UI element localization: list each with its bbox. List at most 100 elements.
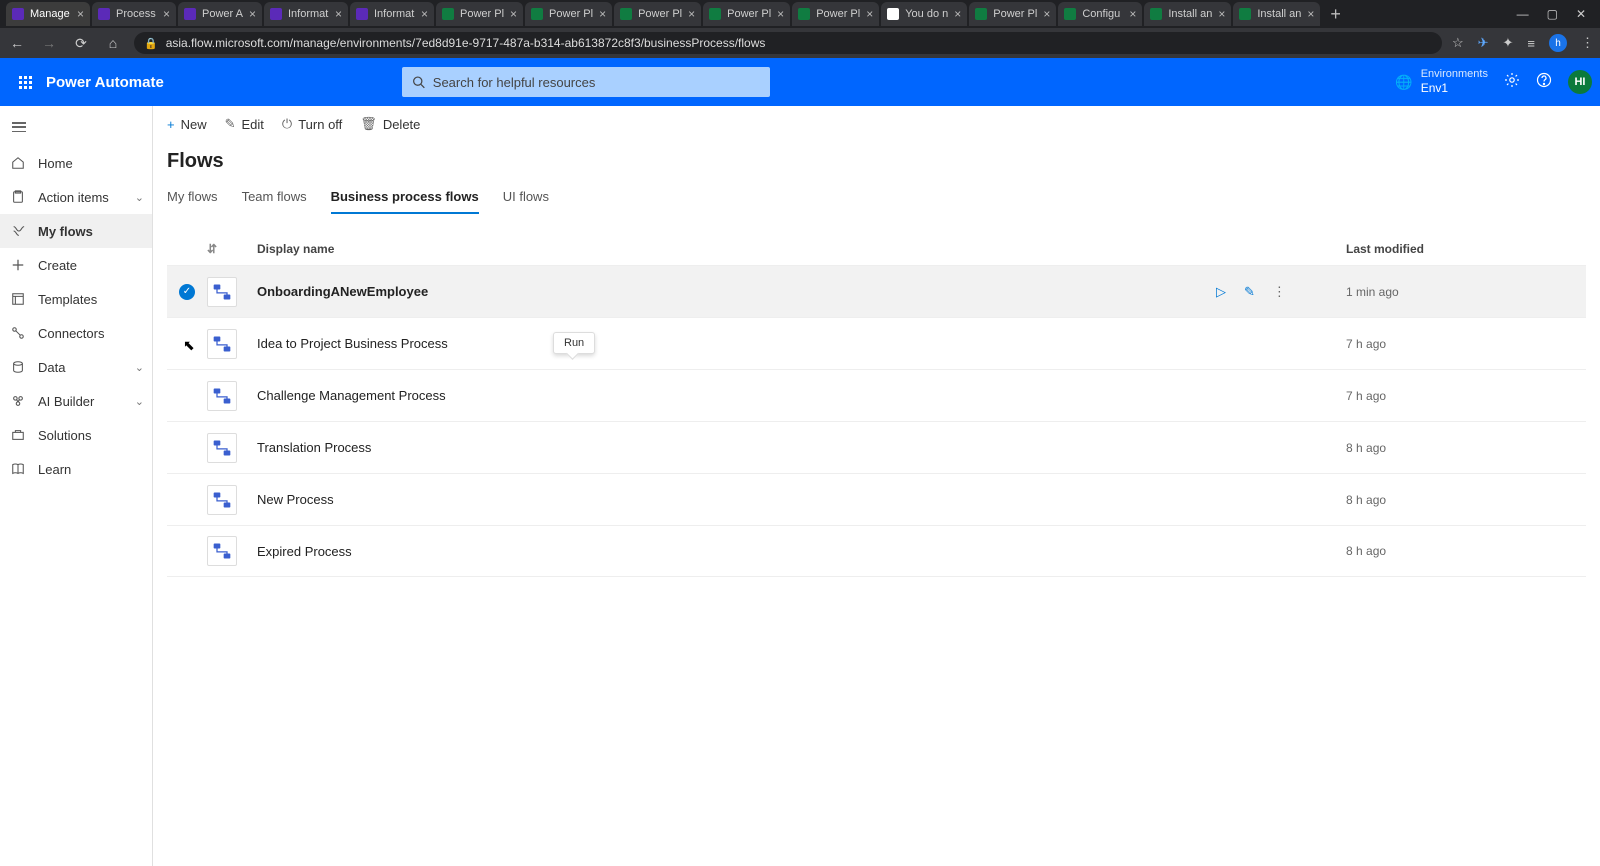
browser-tab[interactable]: Process× <box>92 2 176 26</box>
col-last-modified[interactable]: Last modified <box>1346 242 1566 256</box>
browser-tab[interactable]: Install an× <box>1144 2 1231 26</box>
flow-name[interactable]: Challenge Management Process <box>257 388 1266 403</box>
browser-tab[interactable]: Power Pl× <box>703 2 790 26</box>
tab-close-icon[interactable]: × <box>1307 8 1314 20</box>
browser-tab[interactable]: Install an × <box>1233 2 1320 26</box>
plane-icon[interactable]: ✈ <box>1478 35 1489 51</box>
table-row[interactable]: Idea to Project Business Process 7 h ago <box>167 317 1586 369</box>
tab-ui-flows[interactable]: UI flows <box>503 189 549 214</box>
app-launcher[interactable] <box>8 65 42 99</box>
tab-close-icon[interactable]: × <box>954 8 961 20</box>
sidebar-item-create[interactable]: Create <box>0 248 152 282</box>
browser-tab[interactable]: Power Pl× <box>436 2 523 26</box>
edit-row-button[interactable]: ✎ <box>1244 284 1255 300</box>
browser-menu-icon[interactable]: ⋮ <box>1581 35 1594 51</box>
help-icon[interactable] <box>1536 72 1552 91</box>
tab-close-icon[interactable]: × <box>1043 8 1050 20</box>
edit-button[interactable]: ✎ Edit <box>225 116 264 132</box>
tab-business-process-flows[interactable]: Business process flows <box>331 189 479 214</box>
nav-forward[interactable]: → <box>38 35 60 51</box>
more-button[interactable]: ⋮ <box>1273 284 1286 300</box>
nav-reload[interactable]: ⟳ <box>70 35 92 52</box>
sidebar-item-connectors[interactable]: Connectors <box>0 316 152 350</box>
search-box[interactable] <box>402 67 770 97</box>
browser-tab[interactable]: You do n× <box>881 2 967 26</box>
table-row[interactable]: ✓ OnboardingANewEmployee ▷ ✎ ⋮ 1 min ago <box>167 265 1586 317</box>
sidebar-item-home[interactable]: Home <box>0 146 152 180</box>
new-button[interactable]: + New <box>167 117 207 132</box>
window-close[interactable]: ✕ <box>1576 7 1586 21</box>
browser-tab[interactable]: Informat × <box>350 2 434 26</box>
col-display-name[interactable]: Display name <box>257 242 1266 256</box>
row-checkbox-checked[interactable]: ✓ <box>179 284 195 300</box>
browser-tab[interactable]: Informat× <box>264 2 348 26</box>
table-row[interactable]: Expired Process 8 h ago <box>167 525 1586 577</box>
star-icon[interactable]: ☆ <box>1452 35 1464 51</box>
tab-team-flows[interactable]: Team flows <box>242 189 307 214</box>
table-row[interactable]: New Process 8 h ago <box>167 473 1586 525</box>
tab-close-icon[interactable]: × <box>335 8 342 20</box>
sidebar-item-my-flows[interactable]: My flows <box>0 214 152 248</box>
window-minimize[interactable]: — <box>1517 7 1529 21</box>
user-avatar[interactable]: HI <box>1568 70 1592 94</box>
new-label: New <box>181 117 207 132</box>
tab-close-icon[interactable]: × <box>1218 8 1225 20</box>
select-all-toggle[interactable]: ⇵ <box>207 242 217 256</box>
tab-title: Install an <box>1257 8 1301 20</box>
sidebar-item-label: Action items <box>38 190 109 205</box>
sidebar-item-data[interactable]: Data⌄ <box>0 350 152 384</box>
search-input[interactable] <box>433 75 760 90</box>
address-field[interactable]: 🔒 asia.flow.microsoft.com/manage/environ… <box>134 32 1442 54</box>
tab-favicon <box>356 8 368 20</box>
tab-close-icon[interactable]: × <box>421 8 428 20</box>
sidebar-toggle[interactable] <box>2 110 36 144</box>
tab-my-flows[interactable]: My flows <box>167 189 218 214</box>
tab-close-icon[interactable]: × <box>510 8 517 20</box>
sidebar-item-templates[interactable]: Templates <box>0 282 152 316</box>
flow-name[interactable]: Idea to Project Business Process <box>257 336 1266 351</box>
run-button[interactable]: ▷ <box>1216 284 1226 300</box>
flow-name[interactable]: New Process <box>257 492 1266 507</box>
turnoff-button[interactable]: ⏻ Turn off <box>282 116 342 132</box>
tab-favicon <box>98 8 110 20</box>
delete-button[interactable]: 🗑 Delete <box>360 116 420 132</box>
browser-tab[interactable]: Power Pl× <box>792 2 879 26</box>
tab-favicon <box>1064 8 1076 20</box>
nav-home[interactable]: ⌂ <box>102 35 124 51</box>
tab-close-icon[interactable]: × <box>866 8 873 20</box>
sidebar-item-ai-builder[interactable]: AI Builder⌄ <box>0 384 152 418</box>
settings-icon[interactable] <box>1504 72 1520 91</box>
sidebar-item-solutions[interactable]: Solutions <box>0 418 152 452</box>
browser-tab[interactable]: Configu× <box>1058 2 1142 26</box>
tab-close-icon[interactable]: × <box>1129 8 1136 20</box>
new-tab-button[interactable]: + <box>1322 4 1349 25</box>
browser-tab[interactable]: Power Pl× <box>614 2 701 26</box>
flow-name[interactable]: Expired Process <box>257 544 1266 559</box>
tab-close-icon[interactable]: × <box>777 8 784 20</box>
browser-tab[interactable]: Manage× <box>6 2 90 26</box>
extensions-icon[interactable]: ✦ <box>1503 35 1514 51</box>
browser-tab[interactable]: Power Pl× <box>969 2 1056 26</box>
sidebar-item-learn[interactable]: Learn <box>0 452 152 486</box>
table-row[interactable]: Translation Process 8 h ago <box>167 421 1586 473</box>
browser-tab[interactable]: Power A× <box>178 2 262 26</box>
browser-tab[interactable]: Power Pl × <box>525 2 612 26</box>
flow-name[interactable]: OnboardingANewEmployee <box>257 284 1266 299</box>
environment-picker[interactable]: 🌐 Environments Env1 <box>1395 68 1488 96</box>
tab-favicon <box>798 8 810 20</box>
window-maximize[interactable]: ▢ <box>1547 7 1558 21</box>
tab-title: Power Pl <box>549 8 593 20</box>
reader-icon[interactable]: ≡ <box>1527 36 1535 51</box>
tab-close-icon[interactable]: × <box>599 8 606 20</box>
url-text: asia.flow.microsoft.com/manage/environme… <box>166 36 766 50</box>
tab-close-icon[interactable]: × <box>163 8 170 20</box>
tab-close-icon[interactable]: × <box>249 8 256 20</box>
tab-title: Informat <box>374 8 415 20</box>
nav-back[interactable]: ← <box>6 35 28 51</box>
flow-name[interactable]: Translation Process <box>257 440 1266 455</box>
tab-close-icon[interactable]: × <box>77 8 84 20</box>
tab-close-icon[interactable]: × <box>688 8 695 20</box>
table-row[interactable]: Challenge Management Process 7 h ago <box>167 369 1586 421</box>
profile-avatar[interactable]: h <box>1549 34 1567 52</box>
sidebar-item-action-items[interactable]: Action items⌄ <box>0 180 152 214</box>
